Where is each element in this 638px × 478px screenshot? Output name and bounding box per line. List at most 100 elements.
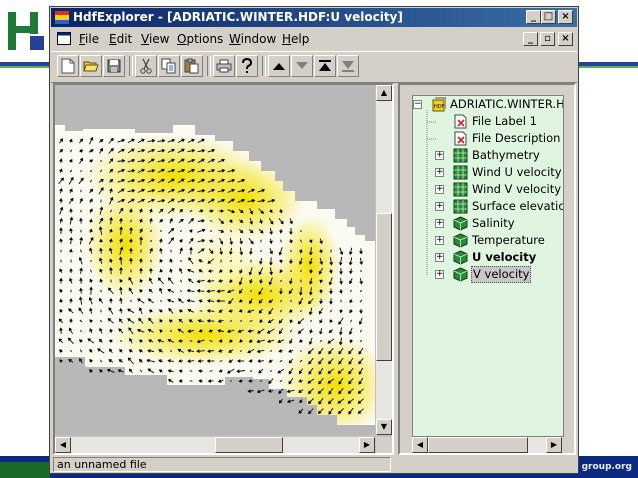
title-bar[interactable]: HdfExplorer - [ADRIATIC.WINTER.HDF:U vel… (51, 8, 577, 27)
slide-footer-text: group.org (581, 462, 632, 472)
velocity-arrow (260, 249, 262, 253)
tree-item-label: File Description 1 (472, 131, 564, 145)
slide-logo-icon (8, 12, 44, 50)
move-bottom-button[interactable] (337, 55, 359, 77)
grid-dataset-icon (453, 182, 468, 197)
paste-button[interactable] (181, 55, 203, 77)
expand-toggle[interactable]: + (435, 185, 444, 194)
menu-window-rest: indow (240, 32, 277, 46)
velocity-arrow (199, 310, 203, 312)
expand-toggle[interactable]: + (435, 168, 444, 177)
toolbar (51, 51, 577, 83)
menu-options[interactable]: Options (177, 32, 223, 46)
move-down-button[interactable] (291, 55, 313, 77)
paste-icon (184, 58, 199, 74)
open-button[interactable] (80, 55, 102, 77)
menu-file[interactable]: File (79, 32, 99, 46)
document-window-icon[interactable] (57, 32, 71, 45)
tree-item-label: Surface elevation (472, 199, 564, 213)
toolbar-separator (129, 56, 133, 76)
horizontal-scroll-thumb[interactable] (215, 437, 283, 453)
app-window: HdfExplorer - [ADRIATIC.WINTER.HDF:U vel… (49, 6, 579, 474)
file-label-icon (454, 114, 467, 129)
tree-scroll-right-button[interactable]: ▶ (546, 437, 562, 453)
print-button[interactable] (213, 55, 235, 77)
tree-item-label: Salinity (472, 216, 515, 230)
minimize-button[interactable]: _ (526, 10, 541, 24)
menu-view-rest: iew (148, 32, 170, 46)
save-button[interactable] (103, 55, 125, 77)
tree-item-label: Wind U velocity (472, 165, 562, 179)
velocity-arrow (80, 169, 82, 173)
field-view-pane: ▲ ▼ ◀ ▶ (53, 83, 394, 455)
tree-item-label: Wind V velocity (472, 182, 562, 196)
scroll-down-button[interactable]: ▼ (376, 419, 392, 435)
status-bar: an unnamed file (51, 457, 577, 473)
toolbar-separator (262, 56, 266, 76)
menu-help[interactable]: Help (282, 32, 309, 46)
tree-connector (427, 138, 437, 140)
scroll-up-button[interactable]: ▲ (376, 85, 392, 101)
tree-item-label: Bathymetry (472, 148, 540, 162)
status-text: an unnamed file (53, 457, 391, 472)
grid-dataset-icon (453, 199, 468, 214)
tree-connector (427, 121, 437, 123)
expand-toggle[interactable]: + (435, 236, 444, 245)
move-down-icon (296, 62, 308, 69)
expand-toggle[interactable]: + (435, 202, 444, 211)
velocity-arrow (80, 329, 82, 333)
expand-toggle[interactable]: + (435, 151, 444, 160)
menu-view-accel: V (141, 32, 149, 46)
menu-edit-rest: dit (116, 32, 133, 46)
collapse-toggle[interactable]: − (413, 100, 422, 109)
app-icon (55, 11, 69, 24)
tree-view-pane: − HDF ADRIATIC.WINTER.HDF File Label 1 Fi… (398, 83, 576, 455)
scroll-right-button[interactable]: ▶ (359, 437, 375, 453)
close-button[interactable]: × (558, 10, 573, 24)
grid-dataset-icon (453, 165, 468, 180)
tree-item-label: V velocity (471, 266, 532, 283)
cut-icon (140, 58, 152, 74)
vertical-scroll-thumb[interactable] (376, 213, 392, 361)
expand-toggle[interactable]: + (435, 270, 444, 279)
expand-toggle[interactable]: + (435, 253, 444, 262)
expand-toggle[interactable]: + (435, 219, 444, 228)
slide-footer-accent (0, 462, 50, 478)
svg-text:HDF: HDF (434, 104, 445, 110)
maximize-button[interactable]: □ (541, 10, 556, 24)
velocity-arrow (330, 249, 332, 253)
velocity-field-map[interactable] (55, 85, 375, 435)
mdi-close-button[interactable]: × (558, 32, 573, 46)
dataset-tree[interactable]: − HDF ADRIATIC.WINTER.HDF File Label 1 Fi… (412, 95, 564, 437)
map-horizontal-scrollbar[interactable]: ◀ ▶ (55, 437, 375, 453)
menu-options-rest: ptions (186, 32, 224, 46)
cube-dataset-icon (453, 216, 468, 231)
tree-item-label: File Label 1 (472, 114, 537, 128)
move-up-button[interactable] (268, 55, 290, 77)
velocity-arrow (130, 299, 132, 303)
mdi-minimize-button[interactable]: _ (523, 32, 538, 46)
tree-horizontal-scrollbar[interactable]: ◀ ▶ (412, 437, 562, 453)
menu-window-accel: W (229, 32, 241, 46)
new-icon (61, 58, 75, 74)
toolbar-separator (207, 56, 211, 76)
move-top-button[interactable] (314, 55, 336, 77)
tree-root-label: ADRIATIC.WINTER.HDF (450, 97, 564, 111)
help-icon (242, 58, 253, 73)
tree-scroll-left-button[interactable]: ◀ (412, 437, 428, 453)
new-button[interactable] (57, 55, 79, 77)
velocity-arrow (170, 249, 172, 253)
tree-scroll-thumb[interactable] (428, 437, 528, 453)
menu-window[interactable]: Window (229, 32, 276, 46)
copy-button[interactable] (158, 55, 180, 77)
scroll-left-button[interactable]: ◀ (55, 437, 71, 453)
map-vertical-scrollbar[interactable]: ▲ ▼ (376, 85, 392, 435)
save-icon (107, 59, 121, 73)
cut-button[interactable] (135, 55, 157, 77)
menu-edit[interactable]: Edit (109, 32, 132, 46)
mdi-restore-button[interactable]: ▫ (540, 32, 555, 46)
move-up-icon (273, 63, 285, 70)
help-button[interactable] (236, 55, 258, 77)
scroll-corner (376, 437, 392, 453)
menu-view[interactable]: View (141, 32, 169, 46)
